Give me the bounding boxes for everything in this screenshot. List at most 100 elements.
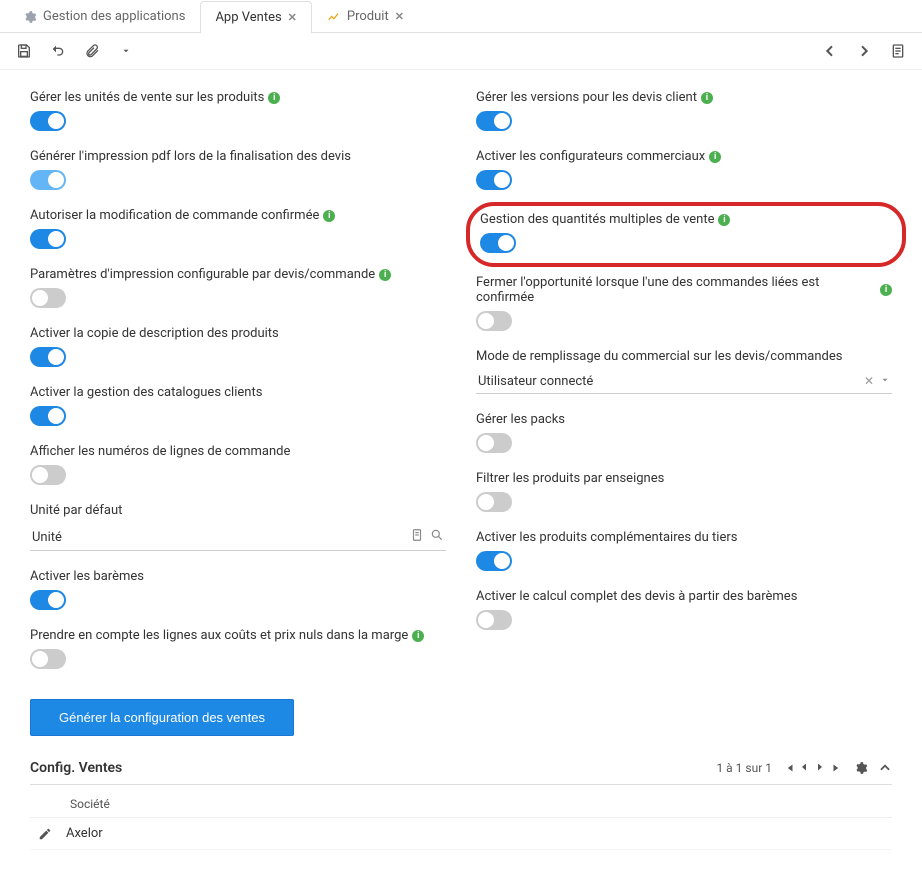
chevron-down-icon[interactable] bbox=[880, 374, 890, 389]
paging-text: 1 à 1 sur 1 bbox=[716, 761, 772, 775]
field-complementary-products: Activer les produits complémentaires du … bbox=[476, 530, 892, 571]
field-label: Gérer les unités de vente sur les produi… bbox=[30, 90, 264, 105]
table-col-header: Société bbox=[30, 791, 892, 818]
highlight-annotation: Gestion des quantités multiples de vente… bbox=[466, 202, 906, 267]
fill-mode-select[interactable]: Utilisateur connecté ✕ bbox=[476, 370, 892, 394]
config-table: Société Axelor bbox=[30, 791, 892, 850]
clear-icon[interactable]: ✕ bbox=[864, 374, 874, 389]
toggle-scales[interactable] bbox=[30, 590, 66, 610]
tab-app-management[interactable]: Gestion des applications bbox=[8, 0, 200, 32]
field-full-calc: Activer le calcul complet des devis à pa… bbox=[476, 589, 892, 630]
generate-config-button[interactable]: Générer la configuration des ventes bbox=[30, 699, 294, 736]
document-icon[interactable] bbox=[890, 43, 906, 59]
toggle-configurators[interactable] bbox=[476, 170, 512, 190]
field-line-numbers: Afficher les numéros de lignes de comman… bbox=[30, 444, 446, 485]
field-default-unit: Unité par défaut Unité bbox=[30, 503, 446, 551]
chevron-right-icon[interactable] bbox=[856, 43, 872, 59]
default-unit-input[interactable]: Unité bbox=[30, 524, 446, 551]
toggle-multi-qty[interactable] bbox=[480, 233, 516, 253]
chevron-left-icon[interactable] bbox=[822, 43, 838, 59]
field-label: Gérer les versions pour les devis client bbox=[476, 90, 697, 105]
undo-icon[interactable] bbox=[50, 43, 66, 59]
toggle-quote-versions[interactable] bbox=[476, 111, 512, 131]
chevron-up-icon[interactable] bbox=[878, 761, 892, 775]
tab-label: App Ventes bbox=[215, 10, 281, 25]
gear-icon bbox=[23, 10, 37, 24]
tab-produit[interactable]: Produit ✕ bbox=[312, 0, 419, 32]
toggle-catalog-management[interactable] bbox=[30, 406, 66, 426]
pencil-icon[interactable] bbox=[38, 827, 52, 841]
field-configurators: Activer les configurateurs commerciaux i bbox=[476, 149, 892, 190]
field-label: Afficher les numéros de lignes de comman… bbox=[30, 444, 290, 459]
save-icon[interactable] bbox=[16, 43, 32, 59]
left-column: Gérer les unités de vente sur les produi… bbox=[30, 90, 446, 736]
info-icon[interactable]: i bbox=[701, 92, 713, 104]
field-margin-zero-cost: Prendre en compte les lignes aux coûts e… bbox=[30, 628, 446, 669]
info-icon[interactable]: i bbox=[718, 214, 730, 226]
toggle-pdf-finalize[interactable] bbox=[30, 170, 66, 190]
field-label: Paramètres d'impression configurable par… bbox=[30, 267, 375, 282]
field-print-params: Paramètres d'impression configurable par… bbox=[30, 267, 446, 308]
field-label: Gérer les packs bbox=[476, 412, 565, 427]
attachment-icon[interactable] bbox=[84, 43, 100, 59]
last-page-icon[interactable] bbox=[830, 761, 844, 775]
toggle-filter-brands[interactable] bbox=[476, 492, 512, 512]
field-label: Unité par défaut bbox=[30, 503, 122, 518]
gear-icon[interactable] bbox=[854, 761, 868, 775]
field-filter-brands: Filtrer les produits par enseignes bbox=[476, 471, 892, 512]
info-icon[interactable]: i bbox=[880, 284, 892, 296]
toggle-print-params[interactable] bbox=[30, 288, 66, 308]
field-label: Générer l'impression pdf lors de la fina… bbox=[30, 149, 351, 164]
tabs-bar: Gestion des applications App Ventes ✕ Pr… bbox=[0, 0, 922, 33]
toggle-complementary-products[interactable] bbox=[476, 551, 512, 571]
toggle-full-calc[interactable] bbox=[476, 610, 512, 630]
field-copy-description: Activer la copie de description des prod… bbox=[30, 326, 446, 367]
table-row[interactable]: Axelor bbox=[30, 818, 892, 850]
field-label: Mode de remplissage du commercial sur le… bbox=[476, 349, 843, 364]
info-icon[interactable]: i bbox=[268, 92, 280, 104]
toggle-close-opportunity[interactable] bbox=[476, 311, 512, 331]
close-icon[interactable]: ✕ bbox=[395, 10, 404, 23]
field-label: Fermer l'opportunité lorsque l'une des c… bbox=[476, 275, 876, 305]
toggle-packs[interactable] bbox=[476, 433, 512, 453]
tab-app-ventes[interactable]: App Ventes ✕ bbox=[200, 1, 311, 33]
chart-line-icon bbox=[327, 10, 341, 24]
content-area: Gérer les unités de vente sur les produi… bbox=[0, 70, 922, 870]
toggle-modify-confirmed[interactable] bbox=[30, 229, 66, 249]
close-icon[interactable]: ✕ bbox=[288, 11, 297, 24]
prev-page-icon[interactable] bbox=[798, 761, 812, 775]
field-modify-confirmed: Autoriser la modification de commande co… bbox=[30, 208, 446, 249]
caret-down-icon[interactable] bbox=[118, 43, 134, 59]
document-icon[interactable] bbox=[410, 528, 424, 546]
field-pdf-finalize: Générer l'impression pdf lors de la fina… bbox=[30, 149, 446, 190]
field-close-opportunity: Fermer l'opportunité lorsque l'une des c… bbox=[476, 275, 892, 331]
next-page-icon[interactable] bbox=[814, 761, 828, 775]
field-label: Prendre en compte les lignes aux coûts e… bbox=[30, 628, 408, 643]
first-page-icon[interactable] bbox=[782, 761, 796, 775]
toggle-copy-description[interactable] bbox=[30, 347, 66, 367]
field-label: Activer le calcul complet des devis à pa… bbox=[476, 589, 797, 604]
table-cell: Axelor bbox=[66, 826, 103, 841]
field-packs: Gérer les packs bbox=[476, 412, 892, 453]
field-label: Gestion des quantités multiples de vente bbox=[480, 212, 714, 227]
info-icon[interactable]: i bbox=[412, 630, 424, 642]
field-label: Filtrer les produits par enseignes bbox=[476, 471, 664, 486]
select-value: Utilisateur connecté bbox=[478, 374, 593, 389]
search-icon[interactable] bbox=[430, 528, 444, 546]
field-label: Activer la copie de description des prod… bbox=[30, 326, 279, 341]
toggle-line-numbers[interactable] bbox=[30, 465, 66, 485]
section-title: Config. Ventes bbox=[30, 760, 122, 776]
toggle-margin-zero-cost[interactable] bbox=[30, 649, 66, 669]
info-icon[interactable]: i bbox=[709, 151, 721, 163]
field-label: Activer les configurateurs commerciaux bbox=[476, 149, 705, 164]
section-header: Config. Ventes 1 à 1 sur 1 bbox=[30, 750, 892, 785]
field-catalog-management: Activer la gestion des catalogues client… bbox=[30, 385, 446, 426]
field-label: Activer la gestion des catalogues client… bbox=[30, 385, 262, 400]
field-label: Activer les barèmes bbox=[30, 569, 144, 584]
field-label: Autoriser la modification de commande co… bbox=[30, 208, 319, 223]
toolbar bbox=[0, 33, 922, 70]
info-icon[interactable]: i bbox=[379, 269, 391, 281]
info-icon[interactable]: i bbox=[323, 210, 335, 222]
toggle-sales-units[interactable] bbox=[30, 111, 66, 131]
field-quote-versions: Gérer les versions pour les devis client… bbox=[476, 90, 892, 131]
